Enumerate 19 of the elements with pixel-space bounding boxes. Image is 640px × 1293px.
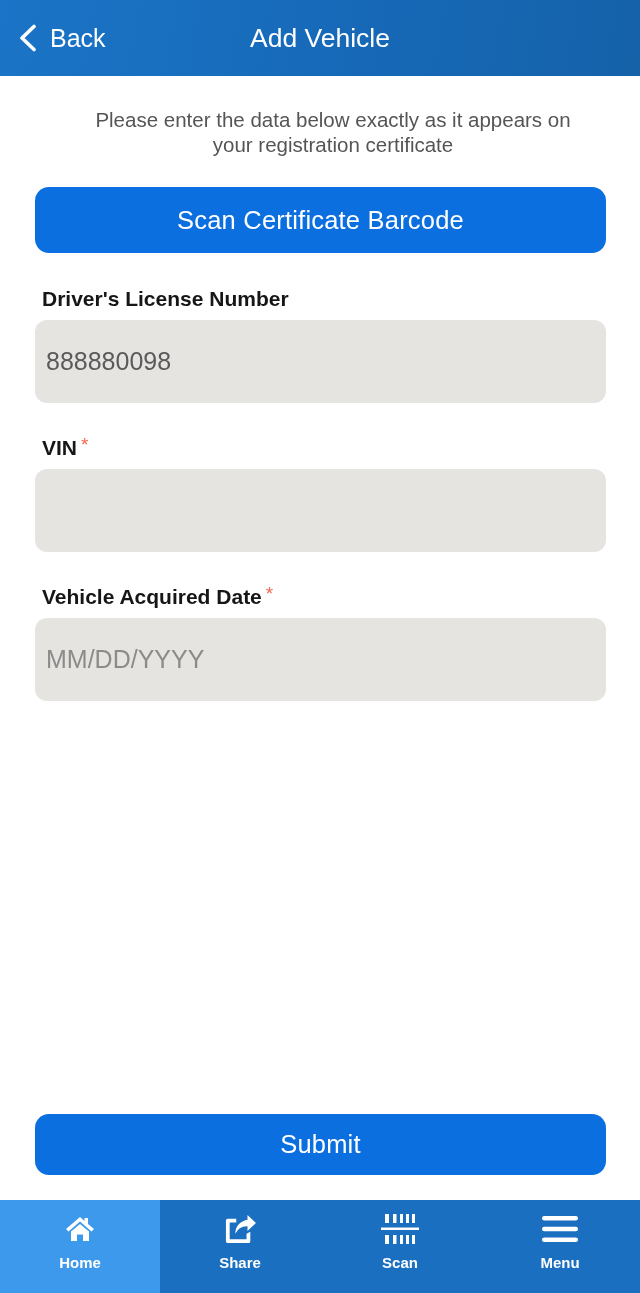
field-label: Vehicle Acquired Date	[42, 585, 262, 609]
chevron-left-icon	[18, 24, 37, 52]
nav-tab[interactable]: Home	[0, 1200, 160, 1293]
required-mark: *	[265, 585, 274, 603]
submit-button[interactable]: Submit	[35, 1114, 606, 1175]
input-field[interactable]	[35, 469, 606, 552]
home-icon	[65, 1214, 95, 1244]
field-label: VIN	[42, 436, 77, 460]
field-label: Driver's License Number	[42, 287, 289, 311]
instruction-text: Please enter the data below exactly as it appears on your registration certificate	[94, 107, 572, 157]
scan-barcode-button[interactable]: Scan Certificate Barcode	[35, 187, 606, 253]
required-mark: *	[81, 436, 89, 454]
barcode-icon	[381, 1214, 419, 1244]
menu-icon	[542, 1214, 578, 1244]
input-field[interactable]: MM/DD/YYYY	[35, 618, 606, 701]
input-field[interactable]: 888880098	[35, 320, 606, 403]
page-title: Add Vehicle	[250, 22, 390, 54]
back-button[interactable]: Back	[0, 23, 106, 53]
share-icon	[223, 1214, 257, 1244]
